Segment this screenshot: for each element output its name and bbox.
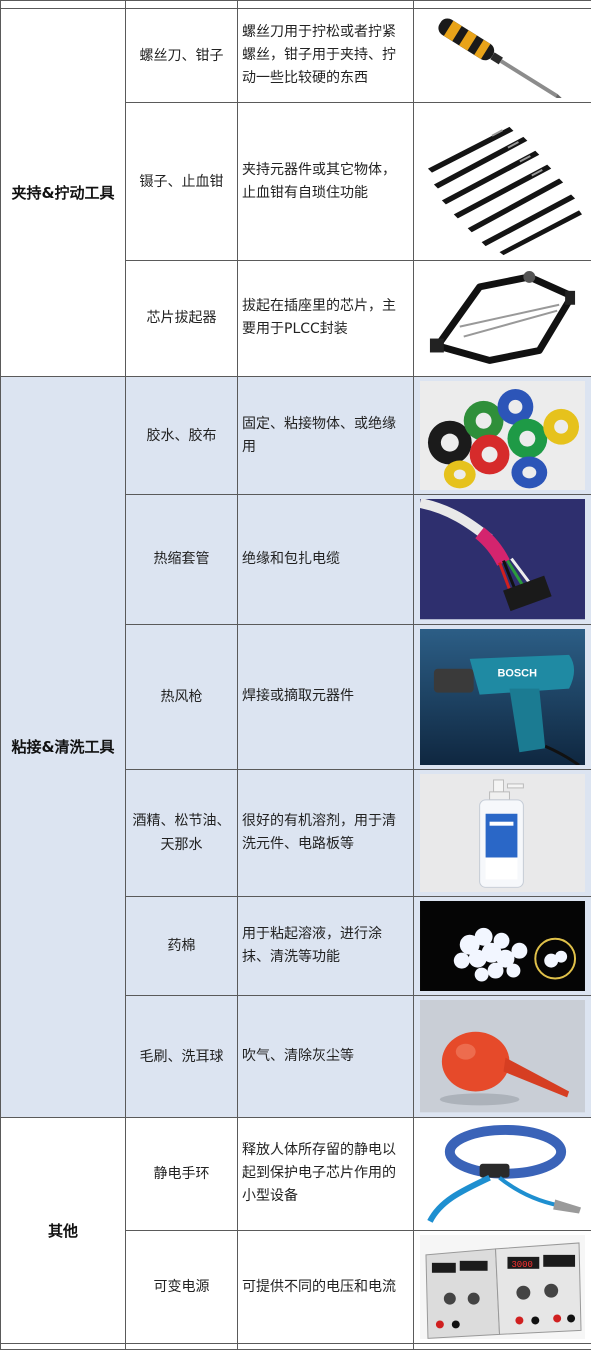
heat-gun-icon: BOSCH	[420, 628, 585, 765]
tool-description: 焊接或摘取元器件	[237, 623, 414, 770]
screwdriver-icon	[420, 13, 585, 99]
tool-description: 夹持元器件或其它物体，止血钳有自琐住功能	[237, 102, 414, 261]
ear-bulb-icon	[420, 1000, 585, 1113]
power-supply-icon: 3000	[420, 1235, 585, 1340]
tool-description: 可提供不同的电压和电流	[237, 1230, 414, 1345]
tape-rolls-icon	[420, 380, 585, 491]
cotton-balls-icon	[420, 900, 585, 992]
tool-name: 可变电源	[125, 1230, 238, 1345]
tool-description: 拔起在插座里的芯片，主要用于PLCC封装	[237, 259, 414, 377]
tool-name: 静电手环	[125, 1116, 238, 1232]
heat-shrink-cable-icon	[420, 499, 585, 620]
tool-name: 热风枪	[125, 623, 238, 770]
tool-name: 酒精、松节油、天那水	[125, 768, 238, 897]
tool-name: 药棉	[125, 895, 238, 997]
category-cell: 夹持&拧动工具	[0, 8, 126, 377]
display-readout: 3000	[511, 1260, 532, 1270]
tools-table: 夹持&拧动工具 螺丝刀、钳子 螺丝刀用于拧松或者拧紧螺丝，钳子用于夹持、拧动一些…	[0, 0, 591, 1351]
table-row	[0, 1343, 591, 1351]
table-row: 夹持&拧动工具 螺丝刀、钳子 螺丝刀用于拧松或者拧紧螺丝，钳子用于夹持、拧动一些…	[0, 7, 591, 377]
tool-name: 热缩套管	[125, 494, 238, 625]
table-row: 其他 静电手环 释放人体所存留的静电以起到保护电子芯片作用的小型设备	[0, 1116, 591, 1345]
chip-extractor-icon	[420, 264, 585, 372]
tool-description: 释放人体所存留的静电以起到保护电子芯片作用的小型设备	[237, 1116, 414, 1232]
tool-name: 螺丝刀、钳子	[125, 7, 238, 104]
category-cell: 粘接&清洗工具	[0, 375, 126, 1118]
tool-description: 很好的有机溶剂，用于清洗元件、电路板等	[237, 768, 414, 897]
table-row: 粘接&清洗工具 胶水、胶布 固定、粘接物体、或绝缘用	[0, 375, 591, 1118]
table-row	[0, 0, 591, 9]
alcohol-bottle-icon	[420, 773, 585, 892]
tweezers-icon	[420, 107, 585, 256]
tool-description: 绝缘和包扎电缆	[237, 494, 414, 625]
tool-description: 吹气、清除灰尘等	[237, 995, 414, 1118]
tool-description: 固定、粘接物体、或绝缘用	[237, 375, 414, 496]
tool-name: 胶水、胶布	[125, 375, 238, 496]
tool-name: 毛刷、洗耳球	[125, 995, 238, 1118]
category-cell: 其他	[0, 1116, 126, 1345]
tool-description: 螺丝刀用于拧松或者拧紧螺丝，钳子用于夹持、拧动一些比较硬的东西	[237, 7, 414, 104]
tool-name: 芯片拔起器	[125, 259, 238, 377]
tool-name: 镊子、止血钳	[125, 102, 238, 261]
antistatic-wristband-icon	[420, 1121, 585, 1227]
brand-text: BOSCH	[498, 667, 538, 679]
tool-description: 用于粘起溶液，进行涂抹、清洗等功能	[237, 895, 414, 997]
